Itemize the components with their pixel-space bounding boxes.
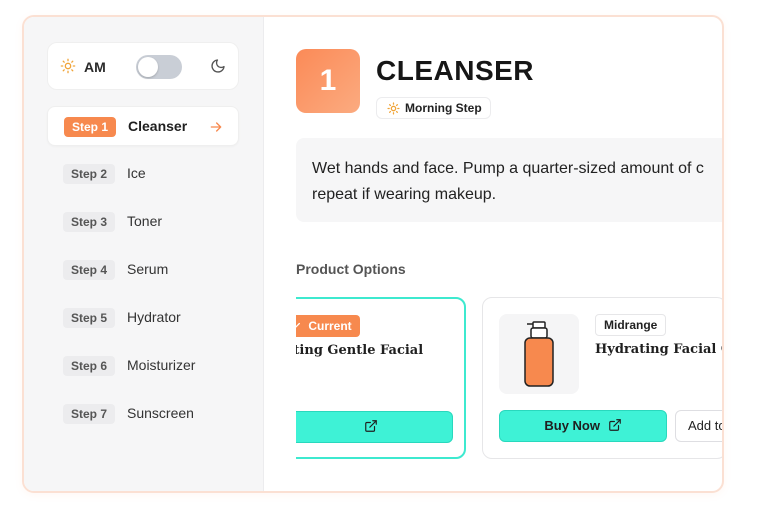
step-item-serum[interactable]: Step 4 Serum xyxy=(47,250,239,290)
am-pm-toggle[interactable] xyxy=(136,55,182,79)
toggle-knob xyxy=(138,57,158,77)
step-badge: Step 4 xyxy=(63,260,116,280)
external-link-icon xyxy=(365,420,377,432)
step-title: CLEANSER xyxy=(376,55,535,86)
instructions-line: repeat if wearing makeup. xyxy=(312,186,497,203)
product-name: ating Gentle Facial xyxy=(296,343,424,358)
buy-now-label: Buy Now xyxy=(544,418,600,433)
product-options-carousel[interactable]: Current ating Gentle Facial Midrange Hyd… xyxy=(296,297,722,462)
step-name: Moisturizer xyxy=(127,357,196,373)
step-item-sunscreen[interactable]: Step 7 Sunscreen xyxy=(47,394,239,434)
current-badge-label: Current xyxy=(308,319,352,333)
add-to-routine-button[interactable]: Add to xyxy=(675,410,722,442)
product-options-heading: Product Options xyxy=(296,261,406,277)
check-icon xyxy=(296,322,300,328)
step-number: 1 xyxy=(296,49,360,113)
sun-icon xyxy=(60,58,76,74)
product-card-current[interactable]: Current ating Gentle Facial xyxy=(296,297,466,459)
am-pm-switcher: AM xyxy=(47,42,239,90)
step-badge: Step 3 xyxy=(63,212,116,232)
sun-icon xyxy=(387,102,400,115)
step-detail: 1 CLEANSER Morning Step Wet hands and fa… xyxy=(264,17,722,491)
arrow-right-icon xyxy=(210,122,222,132)
step-list: Step 1 Cleanser Step 2 Ice Step 3 Toner … xyxy=(47,106,239,442)
buy-now-button[interactable] xyxy=(296,411,453,443)
product-image xyxy=(499,314,579,394)
sidebar: AM Step 1 Cleanser Step 2 Ice Step 3 Ton… xyxy=(24,17,264,491)
tier-badge: Midrange xyxy=(595,314,667,336)
tag-label: Morning Step xyxy=(405,101,482,115)
current-badge: Current xyxy=(296,315,360,337)
instructions-box: Wet hands and face. Pump a quarter-sized… xyxy=(296,138,722,222)
step-badge: Step 5 xyxy=(63,308,116,328)
step-name: Cleanser xyxy=(128,118,188,134)
step-item-cleanser[interactable]: Step 1 Cleanser xyxy=(47,106,239,146)
step-name: Sunscreen xyxy=(127,405,194,421)
product-name: Hydrating Facial Cle xyxy=(595,342,722,357)
step-name: Ice xyxy=(127,165,146,181)
buy-now-button[interactable]: Buy Now xyxy=(499,410,667,442)
step-name: Hydrator xyxy=(127,309,181,325)
step-badge: Step 7 xyxy=(63,404,116,424)
step-badge: Step 6 xyxy=(63,356,116,376)
external-link-icon xyxy=(608,419,621,431)
step-badge: Step 2 xyxy=(63,164,116,184)
morning-step-tag: Morning Step xyxy=(376,97,491,119)
product-card-midrange[interactable]: Midrange Hydrating Facial Cle Buy Now Ad… xyxy=(482,297,722,459)
step-name: Toner xyxy=(127,213,163,229)
instructions-line: Wet hands and face. Pump a quarter-sized… xyxy=(312,160,704,177)
step-item-toner[interactable]: Step 3 Toner xyxy=(47,202,239,242)
step-item-ice[interactable]: Step 2 Ice xyxy=(47,154,239,194)
step-name: Serum xyxy=(127,261,169,277)
step-item-hydrator[interactable]: Step 5 Hydrator xyxy=(47,298,239,338)
step-item-moisturizer[interactable]: Step 6 Moisturizer xyxy=(47,346,239,386)
moon-icon xyxy=(211,59,225,73)
pump-bottle-icon xyxy=(524,321,554,387)
mode-label: AM xyxy=(84,59,106,75)
step-badge: Step 1 xyxy=(64,117,117,137)
app-frame: AM Step 1 Cleanser Step 2 Ice Step 3 Ton… xyxy=(22,15,724,493)
